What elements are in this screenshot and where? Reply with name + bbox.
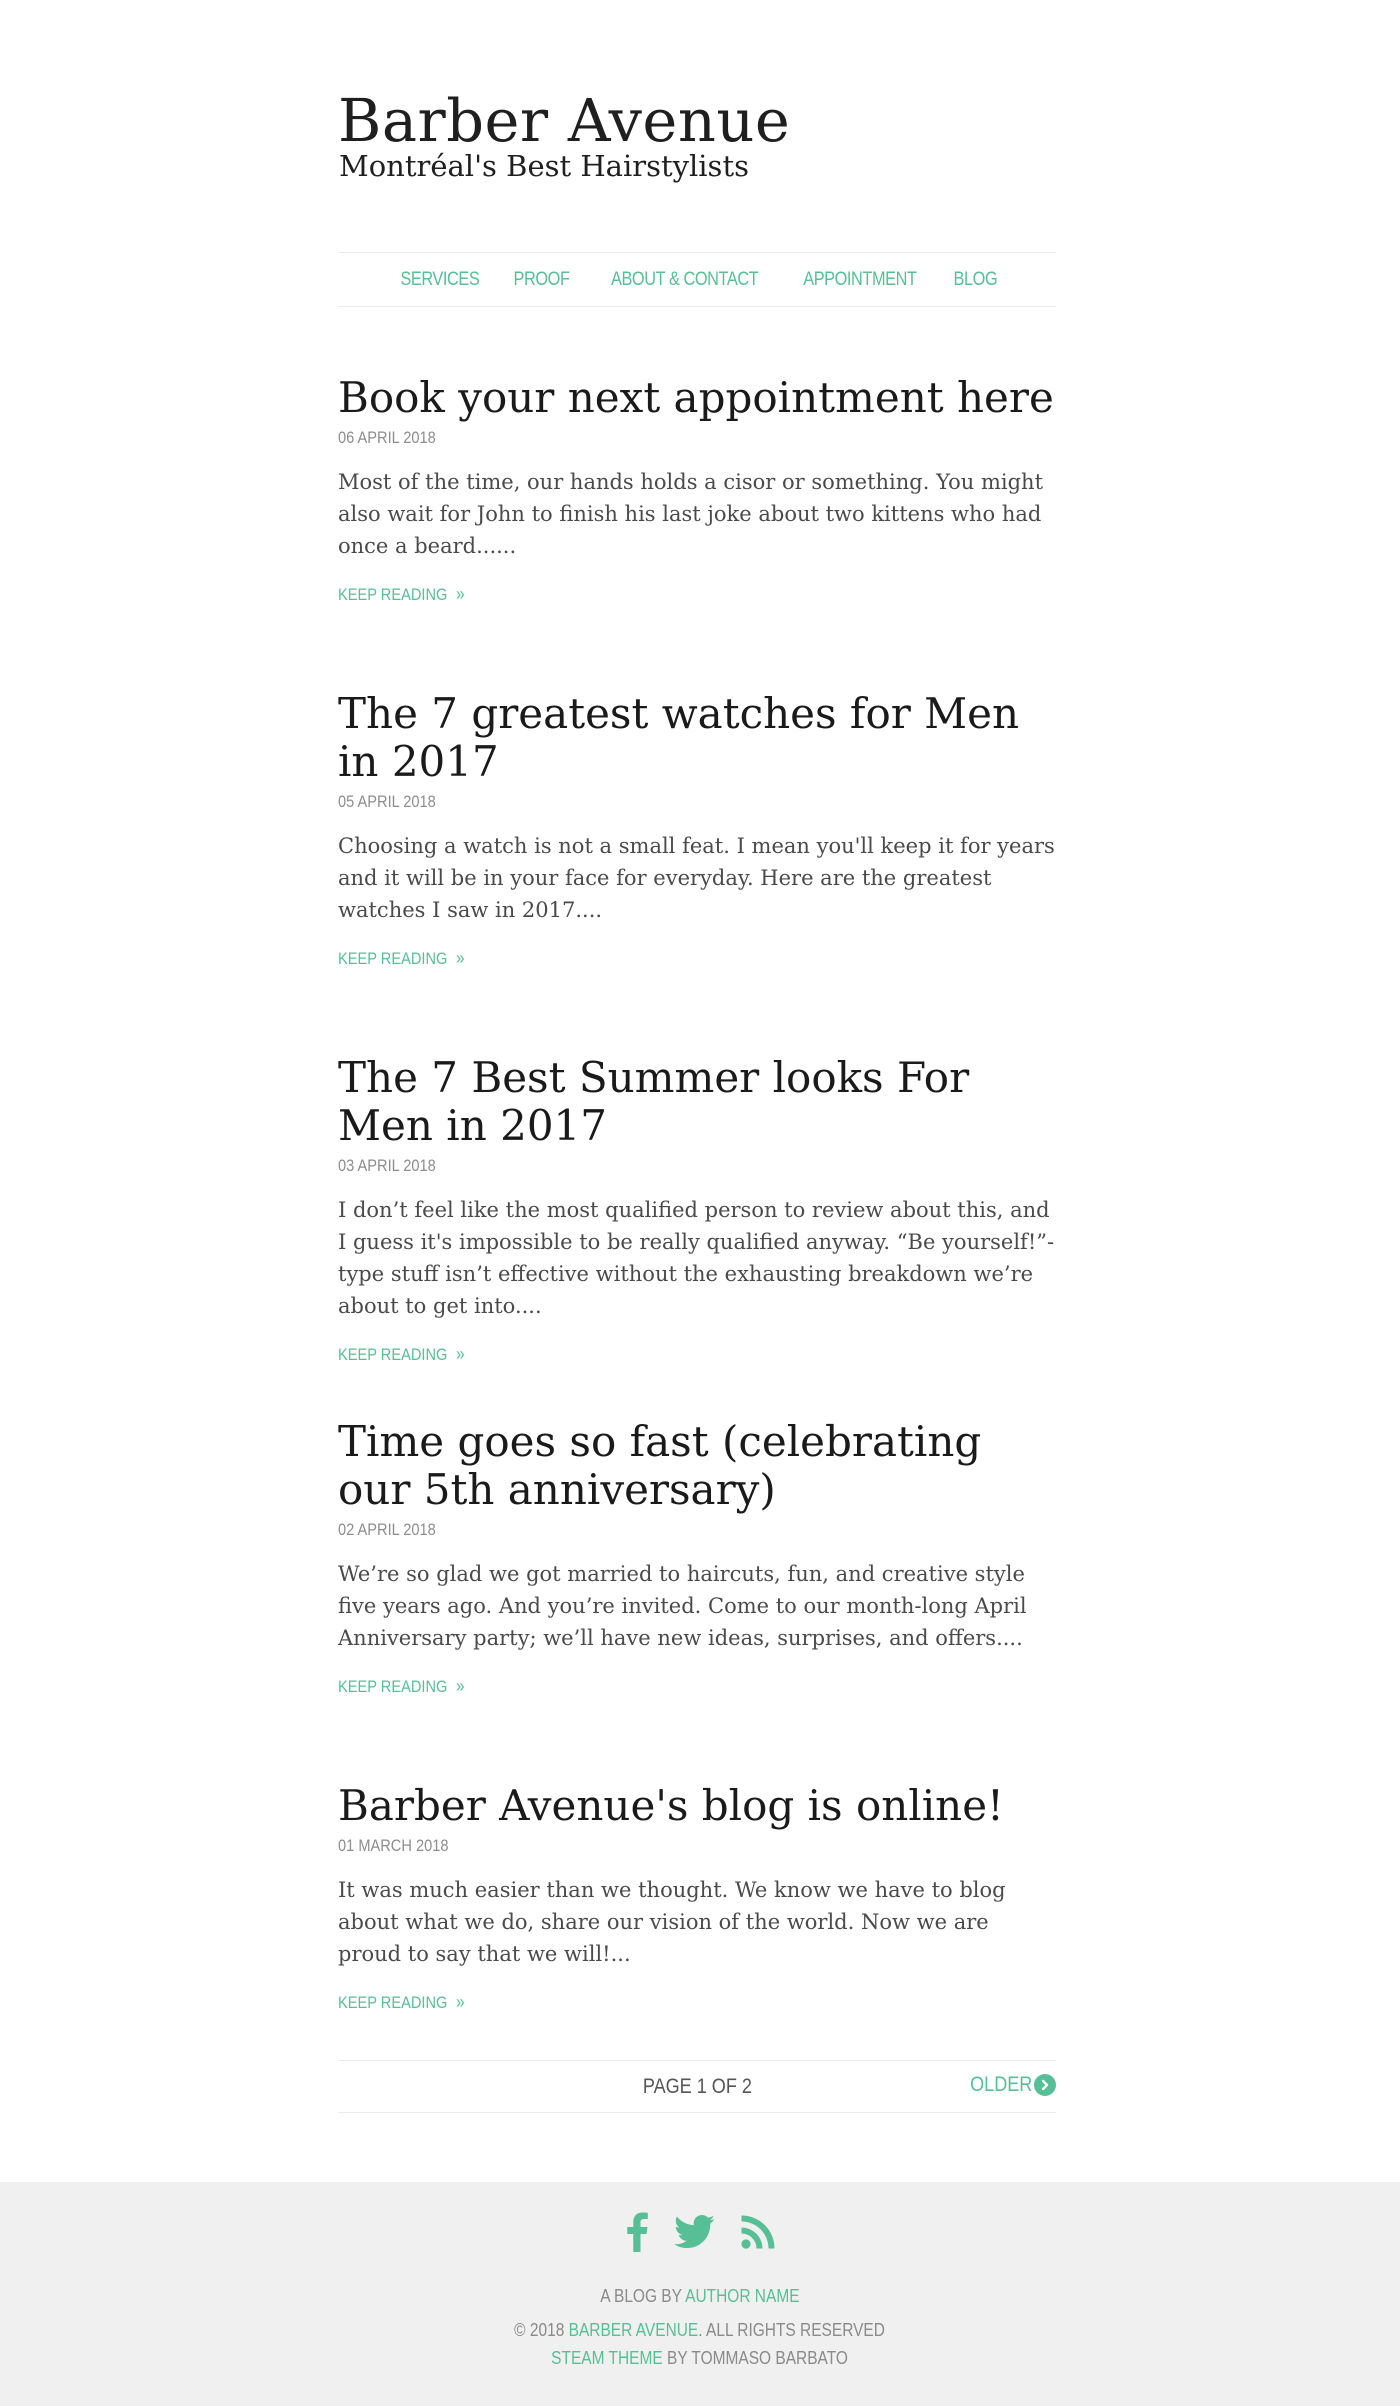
chevron-right-circle-icon — [1034, 2074, 1056, 2096]
rss-icon[interactable] — [741, 2215, 775, 2249]
post-excerpt: Most of the time, our hands holds a ciso… — [338, 470, 1044, 558]
keep-reading-label: KEEP READING — [338, 948, 448, 968]
post-title[interactable]: Time goes so fast (celebrating our 5th a… — [338, 1418, 1056, 1514]
keep-reading-link[interactable]: KEEP READING » — [338, 1344, 465, 1365]
post-item: Book your next appointment here 06 APRIL… — [338, 374, 1056, 605]
nav-item-about-contact[interactable]: ABOUT & CONTACT — [610, 269, 758, 291]
double-chevron-right-icon: » — [456, 1344, 465, 1364]
rights-text: . ALL RIGHTS RESERVED — [698, 2320, 886, 2340]
theme-link[interactable]: STEAM THEME — [552, 2348, 664, 2368]
post-date: 06 APRIL 2018 — [338, 428, 436, 447]
post-title[interactable]: Book your next appointment here — [338, 374, 1056, 422]
keep-reading-label: KEEP READING — [338, 1992, 448, 2012]
social-links — [0, 2212, 1400, 2252]
footer-copyright: © 2018 BARBER AVENUE. ALL RIGHTS RESERVE… — [0, 2320, 1400, 2341]
post-item: The 7 Best Summer looks For Men in 2017 … — [338, 1054, 1056, 1365]
double-chevron-right-icon: » — [456, 1992, 465, 2012]
author-link[interactable]: AUTHOR NAME — [685, 2286, 799, 2306]
keep-reading-label: KEEP READING — [338, 1676, 448, 1696]
post-date: 01 MARCH 2018 — [338, 1836, 449, 1855]
post-item: Barber Avenue's blog is online! 01 MARCH… — [338, 1782, 1056, 2013]
post-date: 02 APRIL 2018 — [338, 1520, 436, 1539]
keep-reading-link[interactable]: KEEP READING » — [338, 584, 465, 605]
post-excerpt: It was much easier than we thought. We k… — [338, 1878, 1006, 1966]
post-item: The 7 greatest watches for Men in 2017 0… — [338, 690, 1056, 969]
footer-byline: A BLOG BY AUTHOR NAME — [0, 2286, 1400, 2307]
main-nav: SERVICES PROOF ABOUT & CONTACT APPOINTME… — [338, 252, 1056, 307]
site-subtitle: Montréal's Best Hairstylists — [339, 149, 749, 183]
post-title[interactable]: The 7 Best Summer looks For Men in 2017 — [338, 1054, 1056, 1150]
double-chevron-right-icon: » — [456, 584, 465, 604]
post-date: 05 APRIL 2018 — [338, 792, 436, 811]
brand-link[interactable]: BARBER AVENUE — [569, 2320, 699, 2340]
keep-reading-link[interactable]: KEEP READING » — [338, 1992, 465, 2013]
copyright-prefix: © 2018 — [514, 2320, 565, 2340]
pagination: PAGE 1 OF 2 OLDER — [338, 2060, 1056, 2113]
twitter-icon[interactable] — [675, 2215, 715, 2249]
footer-theme-credit: STEAM THEME BY TOMMASO BARBATO — [0, 2348, 1400, 2369]
facebook-icon[interactable] — [625, 2212, 649, 2252]
nav-item-proof[interactable]: PROOF — [514, 269, 570, 291]
nav-item-appointment[interactable]: APPOINTMENT — [803, 269, 917, 291]
keep-reading-link[interactable]: KEEP READING » — [338, 948, 465, 969]
keep-reading-label: KEEP READING — [338, 584, 448, 604]
post-excerpt: We’re so glad we got married to haircuts… — [338, 1562, 1027, 1650]
post-excerpt: I don’t feel like the most qualified per… — [338, 1198, 1055, 1318]
keep-reading-link[interactable]: KEEP READING » — [338, 1676, 465, 1697]
post-date: 03 APRIL 2018 — [338, 1156, 436, 1175]
double-chevron-right-icon: » — [456, 948, 465, 968]
site-footer: A BLOG BY AUTHOR NAME © 2018 BARBER AVEN… — [0, 2182, 1400, 2406]
nav-item-blog[interactable]: BLOG — [953, 269, 997, 291]
post-item: Time goes so fast (celebrating our 5th a… — [338, 1418, 1056, 1697]
post-excerpt: Choosing a watch is not a small feat. I … — [338, 834, 1055, 922]
post-title[interactable]: The 7 greatest watches for Men in 2017 — [338, 690, 1056, 786]
keep-reading-label: KEEP READING — [338, 1344, 448, 1364]
double-chevron-right-icon: » — [456, 1676, 465, 1696]
byline-prefix: A BLOG BY — [600, 2286, 682, 2306]
older-label: OLDER — [969, 2073, 1032, 2096]
post-title[interactable]: Barber Avenue's blog is online! — [338, 1782, 1056, 1830]
older-posts-button[interactable]: OLDER — [960, 2073, 1056, 2097]
nav-item-services[interactable]: SERVICES — [400, 269, 479, 291]
page-indicator: PAGE 1 OF 2 — [642, 2075, 752, 2098]
theme-author: BY TOMMASO BARBATO — [667, 2348, 849, 2368]
